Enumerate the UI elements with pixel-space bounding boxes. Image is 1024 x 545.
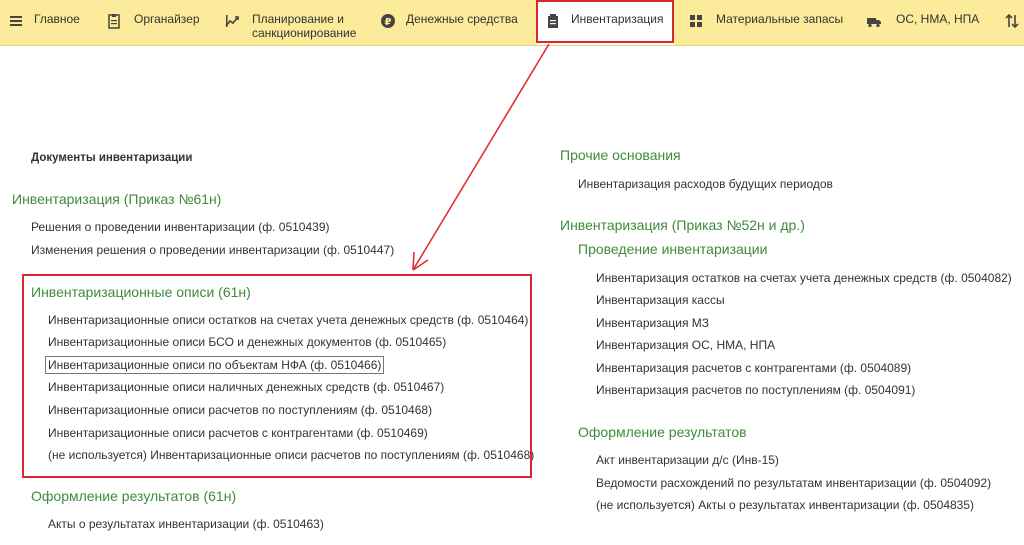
arrow-line [412,43,550,271]
annotation-arrow [412,43,550,271]
